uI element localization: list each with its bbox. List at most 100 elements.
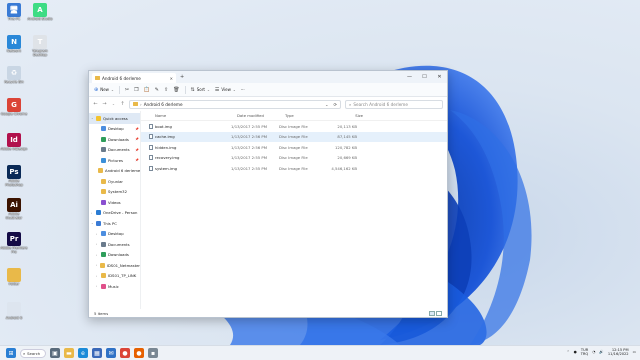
nav-item[interactable]: › Downloads	[89, 250, 140, 261]
desktop-icon[interactable]: N Network	[0, 35, 28, 54]
status-bar: 5 items	[89, 309, 447, 317]
file-row[interactable]: recovery.img 1/13/2017 2:55 PM Disc Image …	[141, 153, 447, 164]
tiles-view-button[interactable]	[436, 310, 442, 316]
file-row[interactable]: system.img 1/13/2017 2:55 PM Disc Image Fi…	[141, 163, 447, 174]
file-size: 87,145 KB	[337, 134, 357, 140]
search-box[interactable]: ⌕ Search Android 6 derleme	[345, 99, 443, 109]
expand-chevron-icon[interactable]: ›	[91, 211, 94, 215]
desktop-icon[interactable]: A Android Studio	[26, 3, 54, 22]
copy-icon[interactable]: ❐	[134, 87, 138, 93]
desktop-icon[interactable]: Ai Adobe Illustrator	[0, 198, 28, 221]
file-name-cell: hidden.img	[149, 144, 231, 150]
chrome-icon[interactable]: ●	[120, 348, 130, 358]
nav-item[interactable]: › Documents	[89, 239, 140, 250]
language-indicator[interactable]: TUR TRQ	[581, 348, 589, 356]
network-icon[interactable]: ◔	[592, 350, 595, 354]
recent-chevron-icon[interactable]: ⌄	[111, 102, 116, 106]
view-button[interactable]: ☰ View ⌄	[215, 87, 236, 93]
desktop-icon[interactable]: G Google Chrome	[0, 98, 28, 117]
close-button[interactable]: ✕	[432, 71, 447, 83]
file-size: 20,669 KB	[337, 155, 357, 161]
expand-chevron-icon[interactable]: ›	[96, 263, 98, 267]
taskbar-search[interactable]: ⌕ Search	[20, 348, 46, 358]
app-icon[interactable]: ▪	[148, 348, 158, 358]
address-bar[interactable]: › Android 6 derleme ⌄ ⟳	[129, 99, 341, 109]
up-arrow-icon[interactable]: ↑	[120, 101, 125, 107]
nav-item[interactable]: Oyunlar	[89, 176, 140, 187]
column-name[interactable]: Name	[155, 113, 237, 118]
app-icon: N	[7, 35, 21, 49]
desktop-icon[interactable]: Id Adobe InDesign	[0, 133, 28, 152]
expand-chevron-icon[interactable]: ⌄	[91, 116, 94, 120]
task-view-icon[interactable]: ▣	[50, 348, 60, 358]
rename-icon[interactable]: ✎	[155, 87, 159, 93]
minimize-button[interactable]: —	[402, 71, 417, 83]
file-row[interactable]: hidden.img 1/13/2017 2:56 PM Disc Image Fi…	[141, 142, 447, 153]
edge-icon[interactable]: e	[78, 348, 88, 358]
nav-item[interactable]: System32	[89, 187, 140, 198]
paste-icon[interactable]: 📋	[144, 87, 150, 93]
file-row[interactable]: cache.img 1/13/2017 2:56 PM Disc Image Fil…	[141, 131, 447, 142]
expand-chevron-icon[interactable]: ›	[96, 253, 99, 257]
window-tab[interactable]: Android 6 derleme ✕	[92, 73, 176, 83]
desktop-icon[interactable]: Android 6	[0, 302, 28, 321]
desktop-icon[interactable]: T Telegram Desktop	[26, 35, 54, 58]
maximize-button[interactable]: ☐	[417, 71, 432, 83]
nav-item[interactable]: › Desktop	[89, 229, 140, 240]
desktop-icon-label: Android Studio	[27, 17, 53, 21]
delete-icon[interactable]: 🗑	[173, 87, 179, 93]
nav-item[interactable]: › Music	[89, 281, 140, 292]
nav-item[interactable]: Downloads 📌	[89, 134, 140, 145]
nav-item[interactable]: ⌄ This PC	[89, 218, 140, 229]
column-size[interactable]: Size	[325, 113, 363, 118]
tray-chevron-icon[interactable]: ⌃	[567, 350, 570, 354]
tray-app-icon[interactable]: ●	[574, 350, 577, 354]
start-icon[interactable]: ⊞	[6, 348, 16, 358]
firefox-icon[interactable]: ●	[134, 348, 144, 358]
close-tab-icon[interactable]: ✕	[170, 76, 173, 81]
expand-chevron-icon[interactable]: ›	[96, 242, 99, 246]
back-arrow-icon[interactable]: ←	[93, 101, 98, 107]
desktop-icon[interactable]: 🖥 This PC	[0, 3, 28, 22]
desktop-icon[interactable]: Pr Adobe Premiere Pro	[0, 232, 28, 255]
nav-item[interactable]: › IDS01_Netmaster	[89, 260, 140, 271]
store-icon[interactable]: ▦	[92, 348, 102, 358]
column-date[interactable]: Date modified	[237, 113, 285, 118]
volume-icon[interactable]: 🔊	[599, 350, 603, 354]
nav-item[interactable]: Pictures 📌	[89, 155, 140, 166]
new-button[interactable]: ⊕ New ⌄	[94, 87, 114, 93]
title-bar[interactable]: Android 6 derleme ✕ + — ☐ ✕	[89, 71, 447, 83]
nav-item[interactable]: Documents 📌	[89, 145, 140, 156]
desktop-icon[interactable]: ♻ Recycle Bin	[0, 66, 28, 85]
nav-item[interactable]: Android 6 derleme	[89, 166, 140, 177]
forward-arrow-icon[interactable]: →	[102, 101, 107, 107]
nav-item[interactable]: ⌄ Quick access	[89, 113, 140, 124]
expand-chevron-icon[interactable]: ›	[96, 274, 99, 278]
file-row[interactable]: boot.img 1/13/2017 2:55 PM Disc Image File…	[141, 121, 447, 132]
more-options-button[interactable]: ···	[241, 87, 245, 92]
expand-chevron-icon[interactable]: ›	[96, 284, 99, 288]
chevron-down-icon[interactable]: ⌄	[325, 102, 329, 107]
explorer-icon[interactable]: ▬	[64, 348, 74, 358]
nav-item[interactable]: › IDS01_TP_LINK	[89, 271, 140, 282]
share-icon[interactable]: ⇪	[164, 87, 168, 93]
nav-item[interactable]: › OneDrive - Person	[89, 208, 140, 219]
pin-icon: 📌	[135, 137, 139, 142]
nav-item[interactable]: Videos	[89, 197, 140, 208]
refresh-icon[interactable]: ⟳	[333, 102, 337, 107]
file-type: Disc Image File	[279, 165, 308, 171]
folder-icon	[98, 168, 103, 174]
expand-chevron-icon[interactable]: ⌄	[91, 221, 94, 225]
sort-button[interactable]: ⇅ Sort ⌄	[191, 87, 210, 93]
expand-chevron-icon[interactable]: ›	[96, 232, 99, 236]
desktop-icon[interactable]: Ps Adobe Photoshop	[0, 165, 28, 188]
new-tab-button[interactable]: +	[180, 74, 184, 80]
desktop-icon[interactable]: Folder	[0, 268, 28, 287]
column-type[interactable]: Type	[285, 113, 325, 118]
details-view-button[interactable]	[429, 310, 435, 316]
notification-icon[interactable]: ▭	[633, 350, 636, 354]
nav-item[interactable]: Desktop 📌	[89, 124, 140, 135]
mail-icon[interactable]: ✉	[106, 348, 116, 358]
cut-icon[interactable]: ✂	[125, 87, 129, 93]
clock[interactable]: 12:15 PM 11/16/2022	[608, 348, 629, 356]
